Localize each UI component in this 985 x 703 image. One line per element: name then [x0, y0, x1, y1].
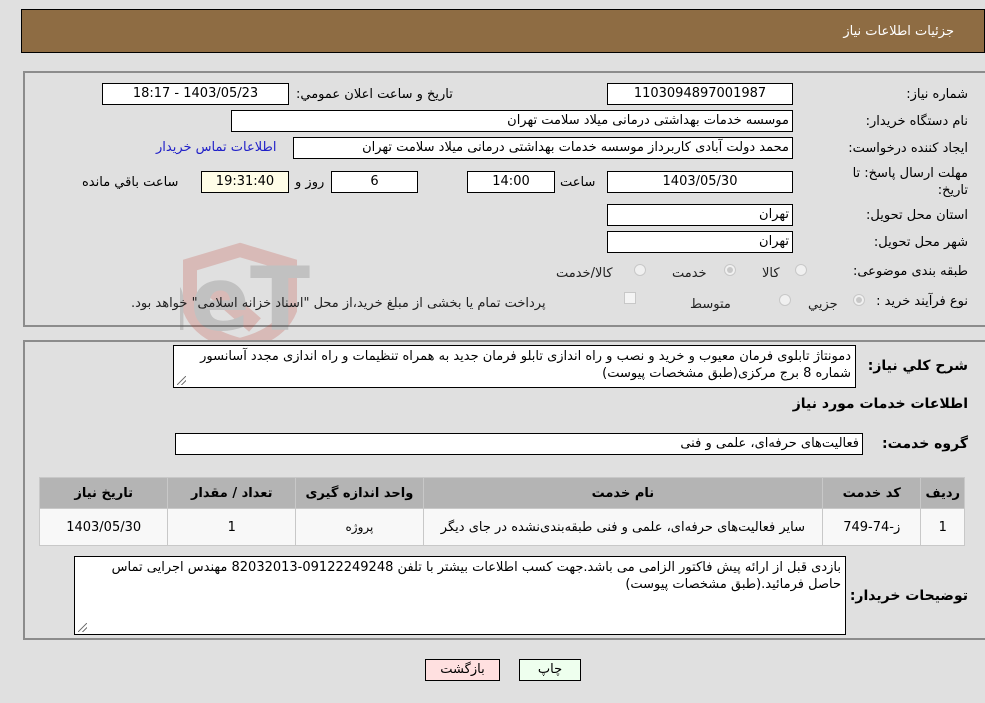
resize-grip-icon[interactable]: [177, 376, 186, 385]
purchase-type-radio-medium[interactable]: [779, 294, 791, 306]
table-row: 1 ز-74-749 سایر فعالیت‌های حرفه‌ای، علمی…: [40, 509, 964, 545]
buyer-org-label: نام دستگاه خريدار:: [865, 114, 968, 129]
category-radio-goods-service[interactable]: [634, 264, 646, 276]
category-radio-goods[interactable]: [795, 264, 807, 276]
announce-datetime-label: تاریخ و ساعت اعلان عمومي:: [296, 87, 453, 102]
buyer-contact-link[interactable]: اطلاعات تماس خریدار: [156, 140, 276, 155]
deadline-time-label: ساعت: [560, 175, 596, 190]
page-title: جزئیات اطلاعات نیاز: [843, 24, 954, 39]
category-option-goods: کالا: [762, 266, 780, 281]
cell-service-name: سایر فعالیت‌های حرفه‌ای، علمی و فنی طبقه…: [423, 509, 822, 545]
service-group-label: گروه خدمت:: [882, 436, 968, 452]
buyer-notes-textarea[interactable]: بازدی قبل از ارائه پیش فاکتور الزامی می …: [74, 556, 846, 635]
need-number-label: شماره نیاز:: [906, 87, 968, 102]
description-label: شرح كلي نياز:: [867, 358, 968, 374]
buyer-org-field: موسسه خدمات بهداشتی درمانی میلاد سلامت ت…: [231, 110, 793, 132]
services-table-wrap: ردیف کد خدمت نام خدمت واحد اندازه گیری ت…: [39, 477, 965, 546]
page-header: جزئیات اطلاعات نیاز: [21, 9, 985, 53]
province-field: تهران: [607, 204, 793, 226]
purchase-type-radio-minor[interactable]: [853, 294, 865, 306]
col-header-row-number: ردیف: [921, 478, 964, 508]
deadline-label: مهلت ارسال پاسخ: تا تاریخ:: [852, 166, 968, 198]
city-label: شهر محل تحویل:: [873, 235, 968, 250]
cell-quantity: 1: [168, 509, 296, 545]
print-button[interactable]: چاپ: [519, 659, 581, 681]
remaining-days-field: 6: [331, 171, 418, 193]
description-text: دمونتاژ تابلوی فرمان معیوب و خرید و نصب …: [200, 349, 851, 381]
treasury-note: پرداخت تمام یا بخشی از مبلغ خرید،از محل …: [131, 296, 546, 311]
deadline-time-field: 14:00: [467, 171, 555, 193]
back-button[interactable]: بازگشت: [425, 659, 500, 681]
services-heading: اطلاعات خدمات مورد نیاز: [792, 396, 968, 412]
deadline-date-field: 1403/05/30: [607, 171, 793, 193]
days-label: روز و: [295, 175, 325, 190]
col-header-service-name: نام خدمت: [423, 478, 822, 508]
description-textarea[interactable]: دمونتاژ تابلوی فرمان معیوب و خرید و نصب …: [173, 345, 856, 388]
province-label: استان محل تحویل:: [866, 208, 968, 223]
cell-unit: پروژه: [296, 509, 423, 545]
category-radio-service[interactable]: [724, 264, 736, 276]
requester-label: ایجاد کننده درخواست:: [848, 141, 968, 156]
category-option-goods-service: کالا/خدمت: [556, 266, 613, 281]
buyer-notes-label: توضیحات خریدار:: [849, 588, 968, 604]
treasury-checkbox[interactable]: [624, 292, 636, 304]
remaining-time-label: ساعت باقي مانده: [82, 175, 179, 190]
remaining-time-field: 19:31:40: [201, 171, 289, 193]
buyer-notes-text: بازدی قبل از ارائه پیش فاکتور الزامی می …: [111, 560, 841, 592]
cell-row-number: 1: [921, 509, 964, 545]
category-label: طبقه بندی موضوعی:: [852, 264, 968, 279]
cell-service-code: ز-74-749: [822, 509, 921, 545]
purchase-type-label: نوع فرآیند خرید :: [876, 294, 968, 309]
col-header-need-date: تاریخ نیاز: [40, 478, 168, 508]
announce-datetime-field: 1403/05/23 - 18:17: [102, 83, 289, 105]
table-header-row: ردیف کد خدمت نام خدمت واحد اندازه گیری ت…: [40, 478, 964, 508]
category-option-service: خدمت: [672, 266, 707, 281]
need-number-field: 1103094897001987: [607, 83, 793, 105]
purchase-type-option-medium: متوسط: [690, 297, 731, 312]
city-field: تهران: [607, 231, 793, 253]
resize-grip-icon[interactable]: [78, 623, 87, 632]
requester-field: محمد دولت آبادی کاربرداز موسسه خدمات بهد…: [293, 137, 793, 159]
col-header-service-code: کد خدمت: [822, 478, 921, 508]
col-header-unit: واحد اندازه گیری: [296, 478, 423, 508]
services-table: ردیف کد خدمت نام خدمت واحد اندازه گیری ت…: [39, 477, 965, 546]
service-group-field: فعالیت‌های حرفه‌ای، علمی و فنی: [175, 433, 863, 455]
cell-need-date: 1403/05/30: [40, 509, 168, 545]
col-header-quantity: تعداد / مقدار: [168, 478, 296, 508]
purchase-type-option-minor: جزيي: [808, 297, 838, 312]
